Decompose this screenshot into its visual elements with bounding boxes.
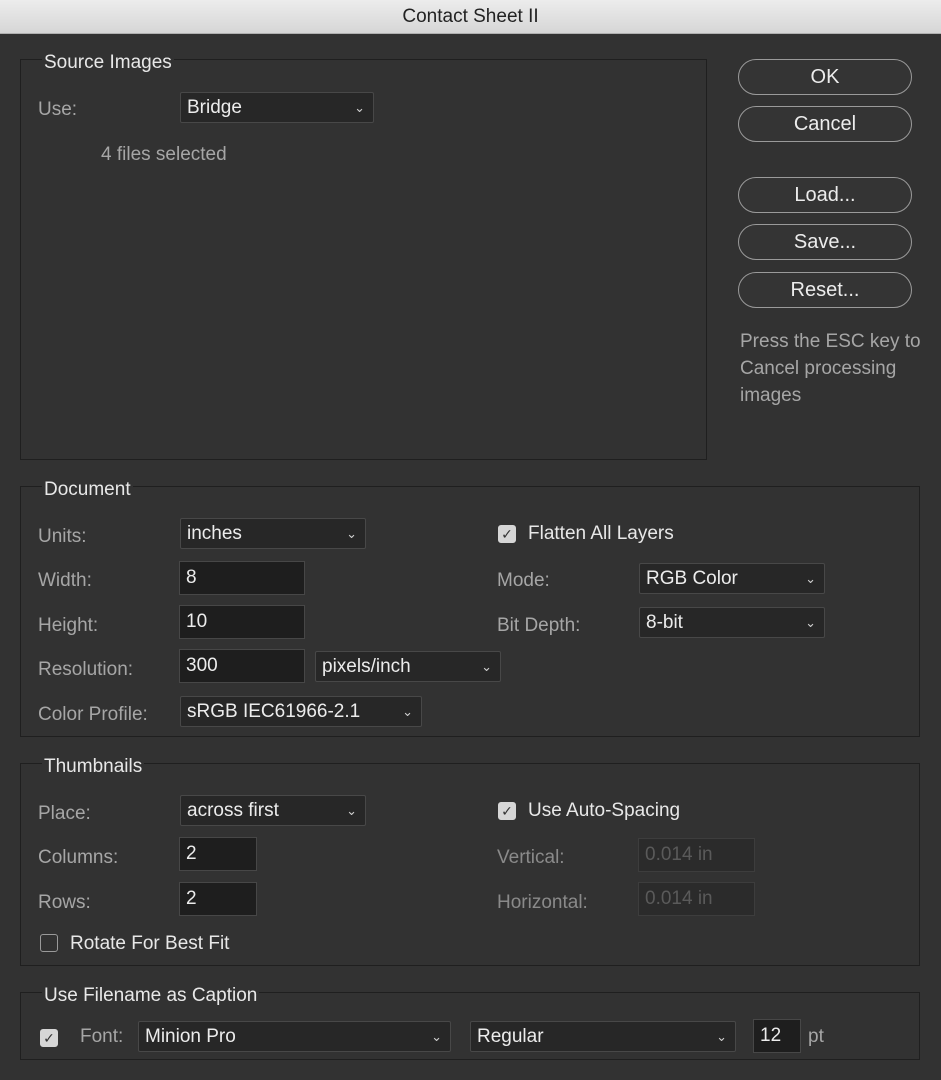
place-select-value: across first [187,800,279,821]
chevron-down-icon: ⌄ [431,1029,442,1044]
bit-depth-label: Bit Depth: [497,615,581,636]
height-field[interactable]: 10 [179,605,305,639]
chevron-down-icon: ⌄ [354,100,365,115]
columns-field[interactable]: 2 [179,837,257,871]
ok-button[interactable]: OK [738,59,912,95]
rows-label: Rows: [38,892,91,913]
chevron-down-icon: ⌄ [481,659,492,674]
esc-note: Press the ESC key to Cancel processing i… [740,331,921,406]
resolution-label: Resolution: [38,659,134,680]
chevron-down-icon: ⌄ [402,704,413,719]
font-size-field[interactable]: 12 [753,1019,801,1053]
use-label: Use: [38,99,78,120]
auto-spacing-label: Use Auto-Spacing [528,800,681,821]
chevron-down-icon: ⌄ [805,615,816,630]
resolution-field[interactable]: 300 [179,649,305,683]
auto-spacing-checkbox[interactable]: ✓ [498,802,516,820]
chevron-down-icon: ⌄ [716,1029,727,1044]
font-size-unit: pt [808,1026,824,1047]
mode-select-value: RGB Color [646,568,738,589]
vertical-field[interactable]: 0.014 in [638,838,755,872]
use-select[interactable]: Bridge ⌄ [180,92,374,123]
load-button[interactable]: Load... [738,177,912,213]
checkmark-icon: ✓ [501,526,513,542]
font-style-value: Regular [477,1026,544,1047]
height-label: Height: [38,615,99,636]
mode-label: Mode: [497,570,550,591]
color-profile-value: sRGB IEC61966-2.1 [187,701,361,722]
bit-depth-select[interactable]: 8-bit ⌄ [639,607,825,638]
flatten-label: Flatten All Layers [528,523,674,544]
document-legend: Document [42,478,133,502]
files-selected-text: 4 files selected [101,144,227,165]
checkmark-icon: ✓ [43,1030,55,1046]
checkmark-icon: ✓ [501,803,513,819]
place-label: Place: [38,803,91,824]
color-profile-label: Color Profile: [38,704,148,725]
use-select-value: Bridge [187,97,242,118]
units-select-value: inches [187,523,242,544]
width-label: Width: [38,570,92,591]
save-button[interactable]: Save... [738,224,912,260]
width-field[interactable]: 8 [179,561,305,595]
chevron-down-icon: ⌄ [805,571,816,586]
thumbnails-legend: Thumbnails [42,755,145,779]
rows-field[interactable]: 2 [179,882,257,916]
rotate-label: Rotate For Best Fit [70,933,230,954]
horizontal-label: Horizontal: [497,892,588,913]
font-select[interactable]: Minion Pro ⌄ [138,1021,451,1052]
source-images-legend: Source Images [42,51,174,75]
horizontal-field[interactable]: 0.014 in [638,882,755,916]
chevron-down-icon: ⌄ [346,803,357,818]
caption-legend: Use Filename as Caption [42,984,260,1008]
font-style-select[interactable]: Regular ⌄ [470,1021,736,1052]
units-select[interactable]: inches ⌄ [180,518,366,549]
flatten-checkbox[interactable]: ✓ [498,525,516,543]
columns-label: Columns: [38,847,119,868]
bit-depth-value: 8-bit [646,612,683,633]
units-label: Units: [38,526,87,547]
color-profile-select[interactable]: sRGB IEC61966-2.1 ⌄ [180,696,422,727]
resolution-unit-select[interactable]: pixels/inch ⌄ [315,651,501,682]
window-title: Contact Sheet II [0,0,941,34]
reset-button[interactable]: Reset... [738,272,912,308]
font-select-value: Minion Pro [145,1026,236,1047]
vertical-label: Vertical: [497,847,565,868]
resolution-unit-value: pixels/inch [322,656,411,677]
place-select[interactable]: across first ⌄ [180,795,366,826]
cancel-button[interactable]: Cancel [738,106,912,142]
chevron-down-icon: ⌄ [346,526,357,541]
mode-select[interactable]: RGB Color ⌄ [639,563,825,594]
rotate-checkbox[interactable] [40,934,58,952]
font-label: Font: [80,1026,124,1047]
caption-checkbox[interactable]: ✓ [40,1029,58,1047]
